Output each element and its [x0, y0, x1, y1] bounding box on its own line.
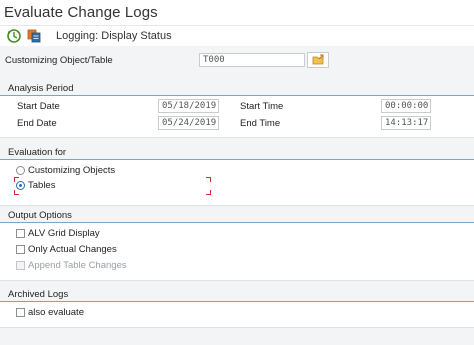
radio-label: Tables: [28, 180, 56, 191]
execute-clock-icon[interactable]: [6, 28, 22, 44]
archived-logs-header: Archived Logs: [0, 288, 474, 302]
checkbox-label: Append Table Changes: [28, 260, 127, 271]
folder-open-icon: [312, 54, 324, 65]
evaluation-for-header: Evaluation for: [0, 146, 474, 160]
also-evaluate-checkbox[interactable]: also evaluate: [14, 306, 134, 320]
focus-marker: [14, 190, 19, 195]
logging-status-button[interactable]: Logging: Display Status: [56, 30, 172, 42]
focus-marker: [14, 177, 19, 182]
logging-status-icon[interactable]: [26, 28, 42, 44]
archived-logs-title: Archived Logs: [8, 289, 69, 300]
radio-tables[interactable]: Tables: [14, 179, 154, 193]
focus-marker: [206, 190, 211, 195]
evaluation-for-title: Evaluation for: [8, 147, 67, 158]
analysis-period-title: Analysis Period: [8, 83, 74, 94]
end-time-input[interactable]: 14:13:17: [381, 116, 431, 130]
selection-screen: Customizing Object/Table T000 Analysis P…: [0, 46, 474, 345]
end-date-input[interactable]: 05/24/2019: [158, 116, 219, 130]
checkbox[interactable]: [16, 308, 25, 317]
analysis-period-group: Start Date 05/18/2019 Start Time 00:00:0…: [0, 96, 474, 138]
only-actual-changes-checkbox[interactable]: Only Actual Changes: [14, 243, 174, 257]
focus-marker: [206, 177, 211, 182]
end-time-label: End Time: [240, 118, 281, 129]
start-time-label: Start Time: [240, 101, 284, 112]
radio-button[interactable]: [16, 181, 25, 190]
object-table-label: Customizing Object/Table: [5, 55, 113, 66]
evaluation-for-group: Customizing Objects Tables: [0, 160, 474, 206]
radio-button[interactable]: [16, 166, 25, 175]
analysis-period-header: Analysis Period: [0, 82, 474, 96]
page-title: Evaluate Change Logs: [4, 4, 158, 21]
checkbox-label: also evaluate: [28, 307, 84, 318]
start-time-input[interactable]: 00:00:00: [381, 99, 431, 113]
checkbox-label: Only Actual Changes: [28, 244, 117, 255]
checkbox[interactable]: [16, 229, 25, 238]
alv-grid-display-checkbox[interactable]: ALV Grid Display: [14, 227, 174, 241]
append-table-changes-checkbox: Append Table Changes: [14, 259, 174, 273]
start-date-label: Start Date: [17, 101, 60, 112]
output-options-header: Output Options: [0, 209, 474, 223]
end-date-label: End Date: [17, 118, 57, 129]
object-table-input[interactable]: T000: [199, 53, 305, 67]
checkbox: [16, 261, 25, 270]
radio-customizing-objects[interactable]: Customizing Objects: [14, 164, 154, 178]
browse-button[interactable]: [307, 52, 329, 68]
title-bar: Evaluate Change Logs: [0, 0, 474, 26]
archived-logs-group: also evaluate: [0, 302, 474, 328]
output-options-group: ALV Grid Display Only Actual Changes App…: [0, 223, 474, 281]
output-options-title: Output Options: [8, 210, 72, 221]
toolbar: Logging: Display Status: [0, 26, 474, 46]
radio-label: Customizing Objects: [28, 165, 116, 176]
checkbox[interactable]: [16, 245, 25, 254]
start-date-input[interactable]: 05/18/2019: [158, 99, 219, 113]
checkbox-label: ALV Grid Display: [28, 228, 100, 239]
